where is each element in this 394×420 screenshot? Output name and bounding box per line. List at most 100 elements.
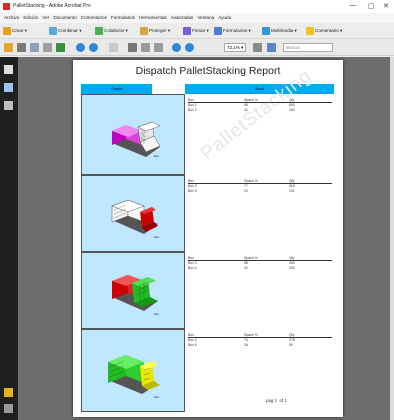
box-cell: Box 3: [188, 189, 197, 193]
col-qty: Qty: [289, 98, 295, 102]
menu-ventana[interactable]: Ventana: [197, 15, 214, 20]
save-icon[interactable]: [30, 43, 39, 52]
page-view-icon[interactable]: [267, 43, 276, 52]
document-viewer[interactable]: Dispatch PalletStacking Report Graph Sta…: [18, 57, 390, 420]
pallet-3d-image-3: box: [112, 275, 159, 316]
attachments-panel-icon[interactable]: [4, 388, 13, 397]
fit-page-icon[interactable]: [253, 43, 262, 52]
page-number: 1: [274, 398, 278, 403]
header-graph: Graph: [81, 84, 152, 94]
menu-documento[interactable]: Documento: [53, 15, 77, 20]
col-box: Box: [188, 333, 194, 337]
comments-panel-icon[interactable]: [4, 404, 13, 413]
page-total: of 1: [279, 398, 287, 403]
pallet-graph-2: box: [81, 175, 185, 252]
crear-button[interactable]: Crear ▾: [3, 27, 27, 35]
share-icon[interactable]: [56, 43, 65, 52]
menu-ayuda[interactable]: Ayuda: [218, 15, 231, 20]
space-cell: 23: [244, 189, 248, 193]
close-button[interactable]: ✕: [380, 2, 392, 10]
multimedia-icon: [262, 27, 270, 35]
stack-table-3: Box Space % Qty Box 3 58 400 Box 4 42 240: [188, 256, 332, 271]
box-cell: Box 4: [188, 266, 197, 270]
multimedia-label: Multimedia ▾: [271, 28, 297, 33]
zoom-out-icon[interactable]: [172, 43, 181, 52]
page-label: pag: [266, 398, 274, 403]
space-cell: 26: [244, 343, 248, 347]
open-folder-icon[interactable]: [4, 43, 13, 52]
collaborate-icon: [95, 27, 103, 35]
pages-panel-icon[interactable]: [4, 65, 13, 74]
formularios-button[interactable]: Formularios ▾: [214, 27, 251, 35]
col-qty: Qty: [289, 179, 295, 183]
previous-page-icon[interactable]: [76, 43, 85, 52]
colaborar-label: Colaborar ▾: [104, 28, 128, 33]
col-space: Space %: [244, 333, 258, 337]
menu-comentarios[interactable]: Comentarios: [81, 15, 107, 20]
vertical-scrollbar[interactable]: [390, 57, 394, 420]
menu-ver[interactable]: Ver: [42, 15, 49, 20]
firmar-label: Firmar ▾: [192, 28, 209, 33]
colaborar-button[interactable]: Colaborar ▾: [95, 27, 128, 35]
lock-icon: [140, 27, 148, 35]
table-row: Box 5 26 90: [188, 343, 332, 348]
col-box: Box: [188, 98, 194, 102]
pdf-page: Dispatch PalletStacking Report Graph Sta…: [73, 60, 343, 417]
maximize-button[interactable]: ▢: [365, 2, 377, 10]
stack-table-1: Box Space % Qty Box 1 95 600 Box 2 42 162: [188, 98, 332, 113]
menu-bar: Archivo Edición Ver Documento Comentarios For…: [0, 13, 394, 23]
page-number-field[interactable]: [109, 43, 118, 52]
table-row: Box 4 42 240: [188, 266, 332, 271]
bookmarks-panel-icon[interactable]: [4, 83, 13, 92]
navigation-panel: [0, 57, 18, 420]
email-icon[interactable]: [43, 43, 52, 52]
qty-cell: 162: [289, 108, 295, 112]
menu-archivo[interactable]: Archivo: [4, 15, 19, 20]
pallet-graph-3: box: [81, 252, 185, 329]
menu-formularios[interactable]: Formularios: [111, 15, 135, 20]
title-bar: PalletStacking - Adobe Acrobat Pro — ▢ ✕: [0, 0, 394, 13]
stack-table-2: Box Space % Qty Box 2 77 316 Box 3 23 231: [188, 179, 332, 194]
signatures-panel-icon[interactable]: [4, 101, 13, 110]
qty-cell: 231: [289, 189, 295, 193]
watermark: PalletStacking: [197, 65, 316, 165]
firmar-button[interactable]: Firmar ▾: [183, 27, 209, 35]
box-cell: Box 2: [188, 108, 197, 112]
combinar-label: Combinar ▾: [58, 28, 82, 33]
proteger-button[interactable]: Proteger ▾: [140, 27, 170, 35]
acrobat-app-icon: [3, 3, 10, 10]
proteger-label: Proteger ▾: [149, 28, 171, 33]
window-title: PalletStacking - Adobe Acrobat Pro: [13, 3, 91, 9]
table-row: Box 2 42 162: [188, 108, 332, 113]
col-space: Space %: [244, 98, 258, 102]
multimedia-button[interactable]: Multimedia ▾: [262, 27, 297, 35]
box-cell: Box 5: [188, 343, 197, 347]
pallet-3d-image-4: box: [108, 355, 160, 399]
marquee-zoom-icon[interactable]: [154, 43, 163, 52]
col-space: Space %: [244, 179, 258, 183]
stack-table-4: Box Space % Qty Box 4 74 378 Box 5 26 90: [188, 333, 332, 348]
menu-herramientas[interactable]: Herramientas: [139, 15, 167, 20]
minimize-button[interactable]: —: [347, 2, 359, 9]
menu-avanzadas[interactable]: Avanzadas: [171, 15, 194, 20]
pallet-3d-image-2: box: [111, 199, 159, 239]
zoom-in-icon[interactable]: [185, 43, 194, 52]
combinar-button[interactable]: Combinar ▾: [49, 27, 82, 35]
col-box: Box: [188, 179, 194, 183]
print-icon[interactable]: [17, 43, 26, 52]
task-toolbar: Crear ▾ Combinar ▾ Colaborar ▾ Proteger …: [0, 23, 394, 39]
comentario-button[interactable]: Comentario ▾: [306, 27, 342, 35]
search-input[interactable]: Buscar: [283, 43, 333, 52]
svg-text:box: box: [154, 154, 159, 158]
create-pdf-icon: [3, 27, 11, 35]
formularios-label: Formularios ▾: [223, 28, 251, 33]
forms-icon: [214, 27, 222, 35]
select-tool-icon[interactable]: [128, 43, 137, 52]
menu-edicion[interactable]: Edición: [23, 15, 38, 20]
next-page-icon[interactable]: [89, 43, 98, 52]
zoom-select[interactable]: 72,1% ▾: [224, 43, 246, 52]
col-box: Box: [188, 256, 194, 260]
tools-toolbar: 72,1% ▾ Buscar: [0, 39, 394, 56]
col-qty: Qty: [289, 256, 295, 260]
hand-tool-icon[interactable]: [141, 43, 150, 52]
